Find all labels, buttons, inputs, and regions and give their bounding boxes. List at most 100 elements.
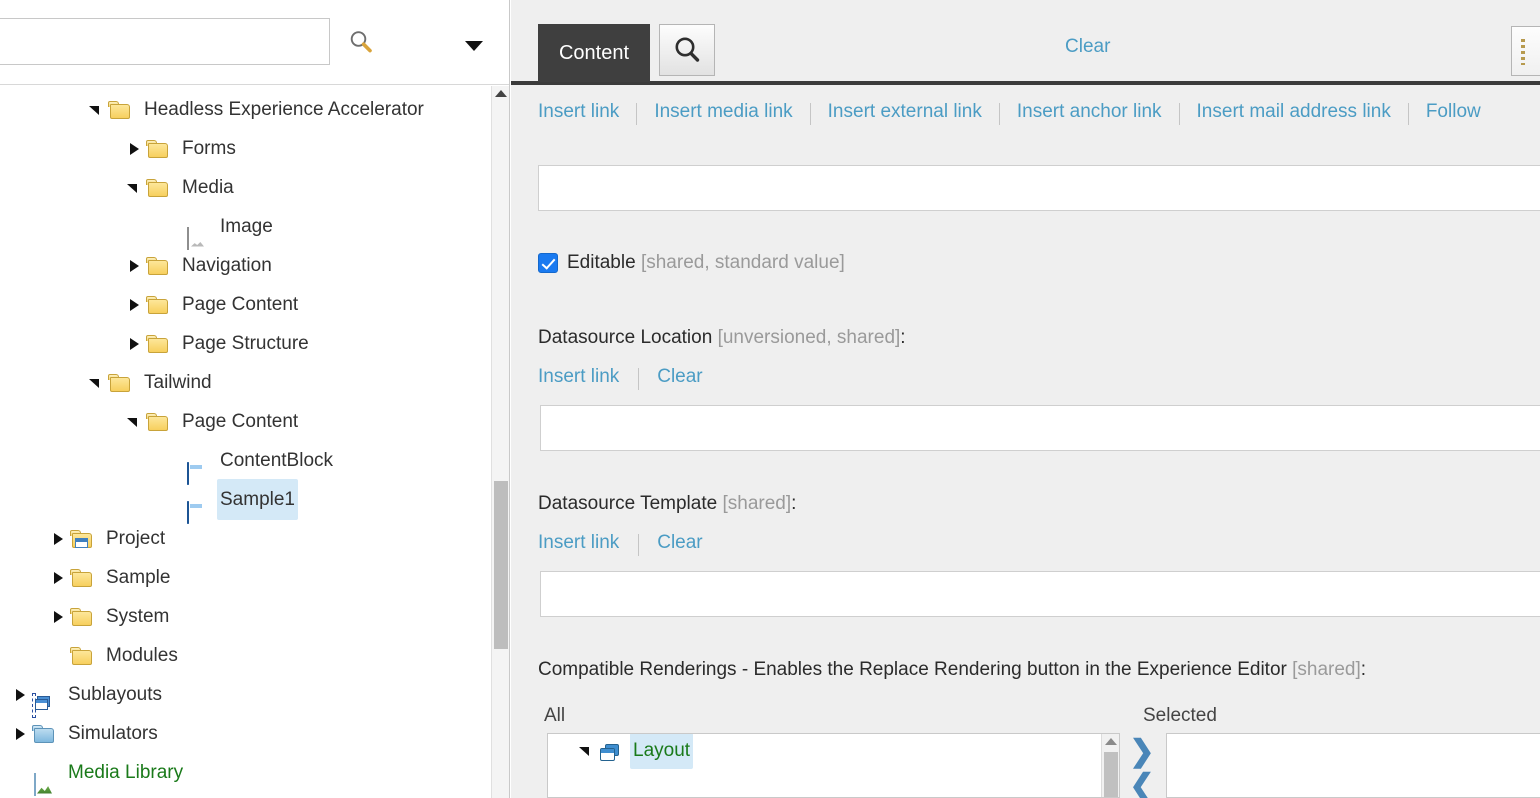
tab-search-icon[interactable] (659, 24, 715, 76)
tree-item-page-content[interactable]: Page Content (0, 402, 488, 441)
folder-icon (146, 254, 172, 278)
tree-item-sample1[interactable]: Sample1 (0, 480, 488, 519)
tree-item-media-library[interactable]: Media Library (0, 753, 488, 792)
sublayout-icon (32, 683, 58, 707)
link-field-input[interactable] (538, 165, 1540, 211)
all-list-item-label: Layout (630, 733, 693, 769)
content-tree-scroll-area: Headless Experience AcceleratorFormsMedi… (0, 86, 510, 798)
expander-expanded-icon[interactable] (86, 90, 108, 129)
editable-field-row: Editable [shared, standard value] (538, 252, 845, 274)
tree-item-image[interactable]: Image (0, 207, 488, 246)
chevron-left-icon[interactable]: ❮ (1125, 769, 1159, 798)
folder-icon (146, 410, 172, 434)
tree-item-media[interactable]: Media (0, 168, 488, 207)
datasource-template-input[interactable] (540, 571, 1540, 617)
tree-item-label: ContentBlock (217, 440, 336, 481)
chevron-right-icon[interactable]: ❯ (1125, 735, 1159, 769)
tree-item-page-content[interactable]: Page Content (0, 285, 488, 324)
tree-item-project[interactable]: Project (0, 519, 488, 558)
expander-collapsed-icon[interactable] (124, 324, 146, 363)
expander-spacer (162, 480, 184, 519)
tree-item-label: Page Content (179, 284, 301, 325)
expander-expanded-icon[interactable] (576, 734, 598, 768)
move-buttons: ❯ ❮ (1125, 735, 1159, 798)
editable-shared-tag: [shared, standard value] (641, 252, 845, 273)
kebab-menu-icon[interactable] (1511, 26, 1540, 76)
folder-icon (70, 566, 96, 590)
tree-item-headless-experience-accelerator[interactable]: Headless Experience Accelerator (0, 90, 488, 129)
datasource-template-actions: Insert link Clear (538, 532, 703, 556)
scrollbar-thumb[interactable] (1104, 752, 1118, 797)
expander-expanded-icon[interactable] (124, 402, 146, 441)
selected-list-label: Selected (1143, 705, 1217, 727)
datasource-template-clear-link[interactable]: Clear (657, 532, 702, 554)
tree-item-page-structure[interactable]: Page Structure (0, 324, 488, 363)
tree-item-forms[interactable]: Forms (0, 129, 488, 168)
search-input[interactable] (0, 18, 330, 65)
search-icon[interactable] (344, 26, 378, 60)
tree-item-contentblock[interactable]: ContentBlock (0, 441, 488, 480)
sitecore-content-editor: Headless Experience AcceleratorFormsMedi… (0, 0, 1540, 798)
layout-icon (598, 740, 624, 762)
datasource-location-label: Datasource Location [unversioned, shared… (538, 327, 906, 349)
datasource-template-insert-link[interactable]: Insert link (538, 532, 619, 554)
all-listbox-scrollbar[interactable] (1101, 734, 1119, 797)
toolbar-clear-link[interactable]: Clear (1065, 36, 1110, 58)
editable-checkbox[interactable] (538, 253, 558, 273)
tree-item-label: Navigation (179, 245, 275, 286)
scrollbar-thumb[interactable] (494, 481, 508, 649)
folder-icon (108, 98, 134, 122)
image-icon (184, 215, 210, 239)
tree-item-label: System (103, 596, 172, 637)
chevron-down-icon[interactable] (458, 30, 490, 56)
content-tree: Headless Experience AcceleratorFormsMedi… (0, 86, 488, 792)
compatible-renderings-label: Compatible Renderings - Enables the Repl… (538, 659, 1366, 681)
expander-expanded-icon[interactable] (124, 168, 146, 207)
tab-content[interactable]: Content (538, 24, 650, 82)
expander-spacer (162, 207, 184, 246)
tree-item-system[interactable]: System (0, 597, 488, 636)
datasource-template-label: Datasource Template [shared]: (538, 493, 796, 515)
expander-collapsed-icon[interactable] (124, 129, 146, 168)
tree-item-simulators[interactable]: Simulators (0, 714, 488, 753)
datasource-location-actions: Insert link Clear (538, 366, 703, 390)
field-form-area: Editable [shared, standard value] Dataso… (511, 89, 1540, 798)
tree-item-navigation[interactable]: Navigation (0, 246, 488, 285)
expander-collapsed-icon[interactable] (48, 558, 70, 597)
tree-item-modules[interactable]: Modules (0, 636, 488, 675)
expander-collapsed-icon[interactable] (124, 246, 146, 285)
tree-item-label: Media (179, 167, 237, 208)
tree-item-label: Headless Experience Accelerator (141, 89, 427, 130)
folder-project-icon (70, 527, 96, 551)
tree-item-label: Simulators (65, 713, 161, 754)
tree-vertical-scrollbar[interactable] (491, 86, 509, 798)
folder-icon (108, 371, 134, 395)
tree-item-label: Modules (103, 635, 181, 676)
scroll-up-arrow-icon[interactable] (495, 90, 507, 97)
folder-icon (70, 644, 96, 668)
expander-collapsed-icon[interactable] (48, 597, 70, 636)
compatible-renderings-tag: [shared] (1292, 659, 1361, 680)
all-renderings-listbox[interactable]: Layout (547, 733, 1120, 798)
all-list-item-layout[interactable]: Layout (548, 734, 1119, 768)
tree-item-sublayouts[interactable]: Sublayouts (0, 675, 488, 714)
tree-item-label: Project (103, 518, 168, 559)
expander-collapsed-icon[interactable] (10, 714, 32, 753)
datasource-location-insert-link[interactable]: Insert link (538, 366, 619, 388)
tree-item-tailwind[interactable]: Tailwind (0, 363, 488, 402)
editor-tabstrip: Content (511, 0, 1540, 85)
compatible-renderings-label-text: Compatible Renderings - Enables the Repl… (538, 659, 1287, 680)
datasource-location-clear-link[interactable]: Clear (657, 366, 702, 388)
tree-item-label: Sample (103, 557, 173, 598)
expander-collapsed-icon[interactable] (124, 285, 146, 324)
expander-collapsed-icon[interactable] (10, 675, 32, 714)
editable-label: Editable [shared, standard value] (567, 252, 845, 274)
selected-renderings-listbox[interactable] (1166, 733, 1540, 798)
scroll-up-arrow-icon[interactable] (1105, 738, 1117, 745)
tree-item-sample[interactable]: Sample (0, 558, 488, 597)
expander-expanded-icon[interactable] (86, 363, 108, 402)
expander-collapsed-icon[interactable] (48, 519, 70, 558)
folder-icon (146, 332, 172, 356)
tree-item-label: Page Content (179, 401, 301, 442)
datasource-location-input[interactable] (540, 405, 1540, 451)
